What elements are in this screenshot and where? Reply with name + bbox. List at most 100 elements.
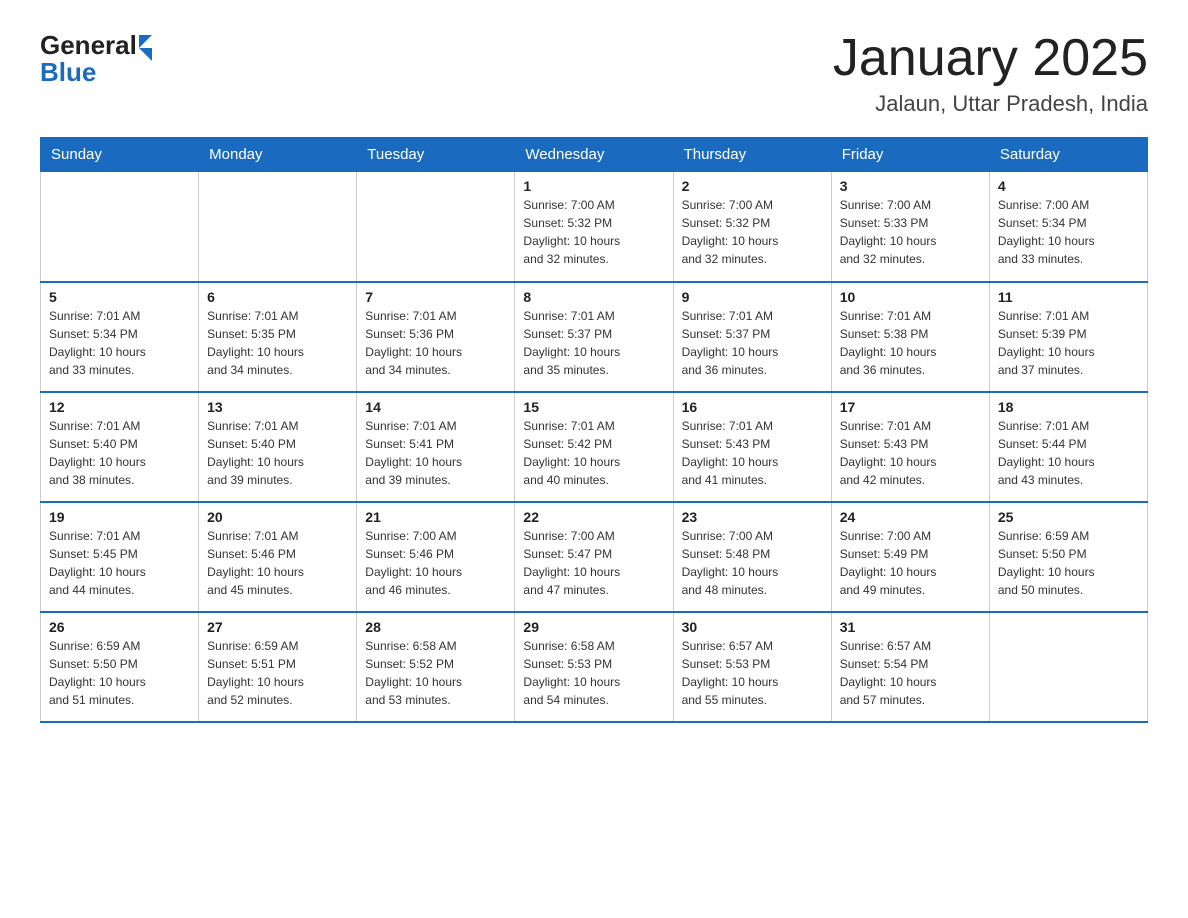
calendar-cell: 28Sunrise: 6:58 AM Sunset: 5:52 PM Dayli… (357, 612, 515, 722)
day-number: 1 (523, 178, 664, 194)
calendar-cell: 9 Sunrise: 7:01 AM Sunset: 5:37 PM Daylig… (673, 282, 831, 392)
day-number: 27 (207, 619, 348, 635)
calendar-cell: 25 Sunrise: 6:59 AM Sunset: 5:50 PM Dayli… (989, 502, 1147, 612)
day-info: Sunrise: 6:57 AM Sunset: 5:53 PM Dayligh… (682, 637, 823, 709)
calendar-cell: 11Sunrise: 7:01 AM Sunset: 5:39 PM Dayli… (989, 282, 1147, 392)
day-number: 2 (682, 178, 823, 194)
calendar-cell: 29 Sunrise: 6:58 AM Sunset: 5:53 PM Dayli… (515, 612, 673, 722)
day-number: 28 (365, 619, 506, 635)
calendar-week-row: 26 Sunrise: 6:59 AM Sunset: 5:50 PM Dayli… (41, 612, 1148, 722)
calendar-cell: 13 Sunrise: 7:01 AM Sunset: 5:40 PM Dayli… (199, 392, 357, 502)
calendar-cell: 18 Sunrise: 7:01 AM Sunset: 5:44 PM Dayli… (989, 392, 1147, 502)
day-info: Sunrise: 7:01 AM Sunset: 5:45 PM Dayligh… (49, 527, 190, 599)
day-info: Sunrise: 7:01 AM Sunset: 5:38 PM Dayligh… (840, 307, 981, 379)
day-info: Sunrise: 7:01 AM Sunset: 5:37 PM Dayligh… (682, 307, 823, 379)
day-number: 30 (682, 619, 823, 635)
day-number: 3 (840, 178, 981, 194)
day-number: 16 (682, 399, 823, 415)
calendar-cell: 4 Sunrise: 7:00 AM Sunset: 5:34 PM Daylig… (989, 172, 1147, 282)
calendar-cell: 31 Sunrise: 6:57 AM Sunset: 5:54 PM Dayli… (831, 612, 989, 722)
calendar-cell: 26 Sunrise: 6:59 AM Sunset: 5:50 PM Dayli… (41, 612, 199, 722)
day-number: 22 (523, 509, 664, 525)
day-info: Sunrise: 6:58 AM Sunset: 5:53 PM Dayligh… (523, 637, 664, 709)
calendar-cell: 1 Sunrise: 7:00 AM Sunset: 5:32 PM Daylig… (515, 172, 673, 282)
day-info: Sunrise: 7:00 AM Sunset: 5:46 PM Dayligh… (365, 527, 506, 599)
day-info: Sunrise: 6:59 AM Sunset: 5:51 PM Dayligh… (207, 637, 348, 709)
day-info: Sunrise: 6:59 AM Sunset: 5:50 PM Dayligh… (49, 637, 190, 709)
day-info: Sunrise: 7:00 AM Sunset: 5:33 PM Dayligh… (840, 196, 981, 268)
day-info: Sunrise: 7:01 AM Sunset: 5:40 PM Dayligh… (207, 417, 348, 489)
calendar-cell (357, 172, 515, 282)
calendar-cell: 22Sunrise: 7:00 AM Sunset: 5:47 PM Dayli… (515, 502, 673, 612)
calendar-cell: 19 Sunrise: 7:01 AM Sunset: 5:45 PM Dayli… (41, 502, 199, 612)
day-number: 24 (840, 509, 981, 525)
calendar-cell: 15 Sunrise: 7:01 AM Sunset: 5:42 PM Dayli… (515, 392, 673, 502)
day-info: Sunrise: 7:01 AM Sunset: 5:36 PM Dayligh… (365, 307, 506, 379)
calendar-cell (41, 172, 199, 282)
day-info: Sunrise: 6:57 AM Sunset: 5:54 PM Dayligh… (840, 637, 981, 709)
logo-icon: General Blue (40, 30, 152, 88)
day-info: Sunrise: 7:00 AM Sunset: 5:34 PM Dayligh… (998, 196, 1139, 268)
day-number: 5 (49, 289, 190, 305)
day-info: Sunrise: 7:00 AM Sunset: 5:48 PM Dayligh… (682, 527, 823, 599)
calendar-cell: 14 Sunrise: 7:01 AM Sunset: 5:41 PM Dayli… (357, 392, 515, 502)
weekday-header: Monday (199, 138, 357, 172)
day-info: Sunrise: 7:01 AM Sunset: 5:37 PM Dayligh… (523, 307, 664, 379)
day-number: 7 (365, 289, 506, 305)
logo-blue-text: Blue (40, 57, 96, 88)
calendar-cell: 20 Sunrise: 7:01 AM Sunset: 5:46 PM Dayli… (199, 502, 357, 612)
day-number: 9 (682, 289, 823, 305)
calendar-week-row: 5 Sunrise: 7:01 AM Sunset: 5:34 PM Daylig… (41, 282, 1148, 392)
day-info: Sunrise: 7:01 AM Sunset: 5:43 PM Dayligh… (682, 417, 823, 489)
calendar-week-row: 12Sunrise: 7:01 AM Sunset: 5:40 PM Dayli… (41, 392, 1148, 502)
weekday-header: Friday (831, 138, 989, 172)
calendar-cell: 27 Sunrise: 6:59 AM Sunset: 5:51 PM Dayli… (199, 612, 357, 722)
day-number: 13 (207, 399, 348, 415)
day-info: Sunrise: 7:01 AM Sunset: 5:43 PM Dayligh… (840, 417, 981, 489)
day-number: 19 (49, 509, 190, 525)
day-info: Sunrise: 7:01 AM Sunset: 5:39 PM Dayligh… (998, 307, 1139, 379)
day-info: Sunrise: 7:01 AM Sunset: 5:41 PM Dayligh… (365, 417, 506, 489)
day-info: Sunrise: 7:01 AM Sunset: 5:42 PM Dayligh… (523, 417, 664, 489)
calendar-cell: 24 Sunrise: 7:00 AM Sunset: 5:49 PM Dayli… (831, 502, 989, 612)
weekday-header: Sunday (41, 138, 199, 172)
day-number: 17 (840, 399, 981, 415)
day-number: 15 (523, 399, 664, 415)
day-number: 31 (840, 619, 981, 635)
logo: General Blue (40, 30, 152, 88)
day-number: 10 (840, 289, 981, 305)
day-info: Sunrise: 7:01 AM Sunset: 5:35 PM Dayligh… (207, 307, 348, 379)
calendar-week-row: 1 Sunrise: 7:00 AM Sunset: 5:32 PM Daylig… (41, 172, 1148, 282)
day-info: Sunrise: 7:00 AM Sunset: 5:32 PM Dayligh… (682, 196, 823, 268)
page-header: General Blue January 2025 Jalaun, Uttar … (40, 30, 1148, 117)
day-number: 8 (523, 289, 664, 305)
weekday-header: Wednesday (515, 138, 673, 172)
calendar-week-row: 19 Sunrise: 7:01 AM Sunset: 5:45 PM Dayli… (41, 502, 1148, 612)
day-number: 4 (998, 178, 1139, 194)
calendar-subtitle: Jalaun, Uttar Pradesh, India (833, 91, 1148, 117)
day-number: 25 (998, 509, 1139, 525)
calendar-cell: 6Sunrise: 7:01 AM Sunset: 5:35 PM Daylig… (199, 282, 357, 392)
day-info: Sunrise: 7:00 AM Sunset: 5:32 PM Dayligh… (523, 196, 664, 268)
day-number: 18 (998, 399, 1139, 415)
weekday-header: Thursday (673, 138, 831, 172)
day-info: Sunrise: 6:59 AM Sunset: 5:50 PM Dayligh… (998, 527, 1139, 599)
calendar-cell: 21Sunrise: 7:00 AM Sunset: 5:46 PM Dayli… (357, 502, 515, 612)
calendar-cell: 7 Sunrise: 7:01 AM Sunset: 5:36 PM Daylig… (357, 282, 515, 392)
day-info: Sunrise: 7:01 AM Sunset: 5:44 PM Dayligh… (998, 417, 1139, 489)
day-info: Sunrise: 7:01 AM Sunset: 5:34 PM Dayligh… (49, 307, 190, 379)
calendar-cell: 23Sunrise: 7:00 AM Sunset: 5:48 PM Dayli… (673, 502, 831, 612)
calendar-cell: 30 Sunrise: 6:57 AM Sunset: 5:53 PM Dayli… (673, 612, 831, 722)
calendar-cell: 8 Sunrise: 7:01 AM Sunset: 5:37 PM Daylig… (515, 282, 673, 392)
calendar-cell: 17 Sunrise: 7:01 AM Sunset: 5:43 PM Dayli… (831, 392, 989, 502)
calendar-table: SundayMondayTuesdayWednesdayThursdayFrid… (40, 137, 1148, 723)
calendar-cell: 12Sunrise: 7:01 AM Sunset: 5:40 PM Dayli… (41, 392, 199, 502)
day-number: 29 (523, 619, 664, 635)
day-number: 20 (207, 509, 348, 525)
day-number: 26 (49, 619, 190, 635)
day-info: Sunrise: 7:01 AM Sunset: 5:46 PM Dayligh… (207, 527, 348, 599)
calendar-cell (199, 172, 357, 282)
day-info: Sunrise: 7:00 AM Sunset: 5:49 PM Dayligh… (840, 527, 981, 599)
day-number: 14 (365, 399, 506, 415)
calendar-cell (989, 612, 1147, 722)
